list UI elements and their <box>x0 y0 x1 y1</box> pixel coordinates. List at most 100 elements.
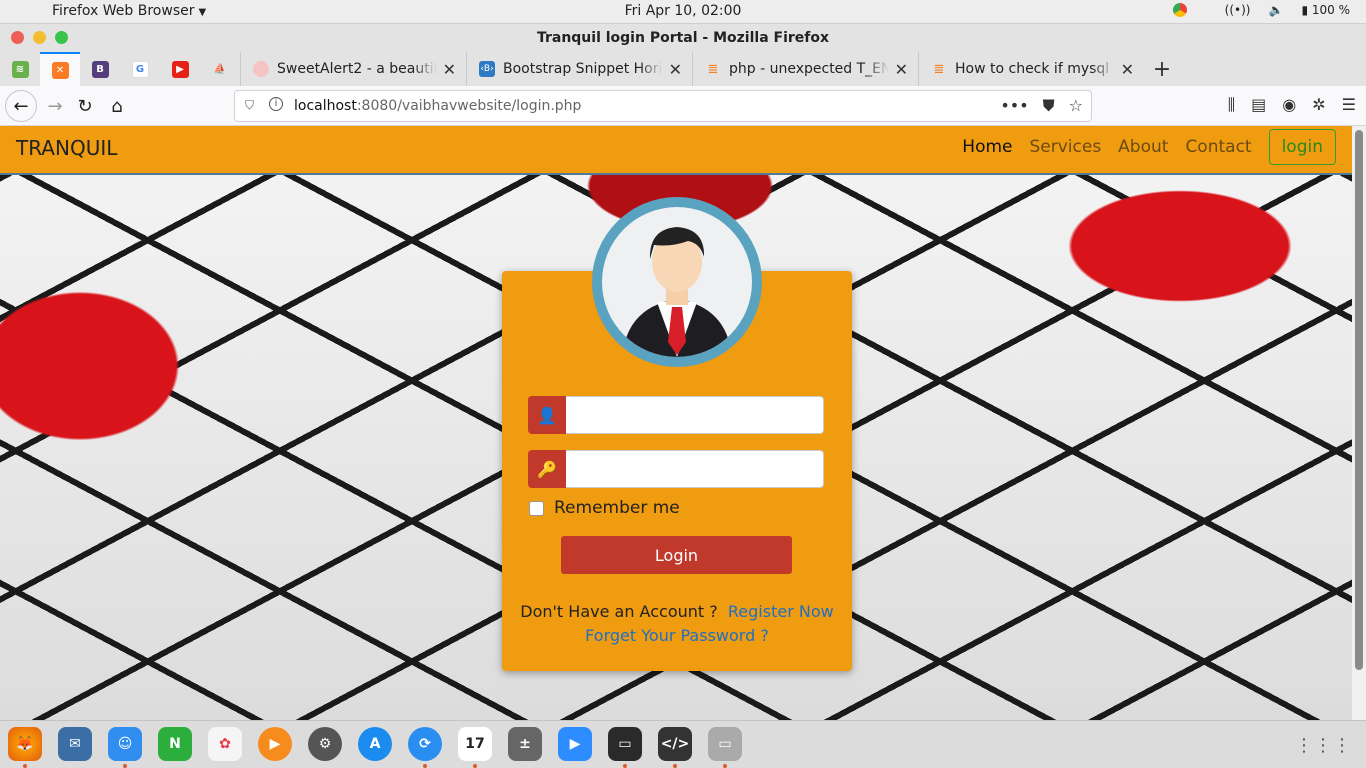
bootsnipp-icon: ‹B› <box>479 61 495 77</box>
tab-mysql-check[interactable]: ≣ How to check if mysql database ✕ <box>918 52 1144 86</box>
close-tab-icon[interactable]: ✕ <box>1121 60 1134 79</box>
bootstrap-icon: B <box>91 60 109 78</box>
calculator-dock-icon[interactable]: ± <box>508 727 542 761</box>
dock: 🦊 ✉ ☺ N ✿ ▶ ⚙ A ⟳ 17 ± ▶ ▭ </> ▭ ⋮⋮⋮ <box>0 720 1366 768</box>
wifi-icon[interactable]: ((•)) <box>1225 3 1251 17</box>
close-tab-icon[interactable]: ✕ <box>669 60 682 79</box>
youtube-icon: ▶ <box>171 60 189 78</box>
bookmark-star-icon[interactable]: ☆ <box>1069 96 1083 116</box>
phpmyadmin-icon: ⛵ <box>213 63 227 75</box>
url-bar[interactable]: ⛉ i localhost:8080/vaibhavwebsite/login.… <box>234 90 1092 122</box>
page-scrollbar[interactable] <box>1352 126 1366 720</box>
media-player-dock-icon[interactable]: ▶ <box>258 727 292 761</box>
finder-dock-icon[interactable]: ☺ <box>108 727 142 768</box>
pinned-tab-xampp[interactable]: ✕ <box>40 52 80 86</box>
hamburger-menu-icon[interactable]: ☰ <box>1342 95 1356 115</box>
pinned-tab-phpmyadmin[interactable]: ⛵ <box>200 52 240 86</box>
account-icon[interactable]: ◉ <box>1282 95 1296 115</box>
web-page: TRANQUIL Home Services About Contact log… <box>0 126 1352 720</box>
battery-label: 100 % <box>1311 3 1350 17</box>
page-actions-icon[interactable]: ••• <box>1000 96 1028 116</box>
site-brand[interactable]: TRANQUIL <box>16 136 117 160</box>
key-icon: 🔑 <box>528 450 566 488</box>
code-editor-dock-icon[interactable]: </> <box>658 727 692 768</box>
scrollbar-thumb[interactable] <box>1355 130 1363 670</box>
remember-me-label[interactable]: Remember me <box>554 498 680 518</box>
new-tab-button[interactable]: + <box>1144 57 1180 82</box>
calendar-day: 17 <box>465 736 485 752</box>
sync-dock-icon[interactable]: ⟳ <box>408 727 442 768</box>
forgot-password-link[interactable]: Forget Your Password ? <box>585 626 769 645</box>
url-path: :8080/vaibhavwebsite/login.php <box>356 98 582 114</box>
firefox-dock-icon[interactable]: 🦊 <box>8 727 42 768</box>
close-tab-icon[interactable]: ✕ <box>443 60 456 79</box>
pinned-tab-1[interactable]: ≋ <box>0 52 40 86</box>
remember-me-checkbox[interactable] <box>529 500 544 516</box>
tab-label: How to check if mysql database <box>955 61 1115 77</box>
mail-dock-icon[interactable]: ✉ <box>58 727 92 761</box>
google-icon: G <box>131 60 149 78</box>
username-input[interactable] <box>566 396 824 434</box>
sidebar-icon[interactable]: ▤ <box>1251 95 1266 115</box>
tab-label: SweetAlert2 - a beautiful <box>277 61 437 77</box>
back-button[interactable]: ← <box>5 90 37 122</box>
user-icon: 👤 <box>528 396 566 434</box>
url-text[interactable]: localhost:8080/vaibhavwebsite/login.php <box>294 98 581 114</box>
nav-home-link[interactable]: Home <box>962 137 1012 157</box>
os-top-panel: Firefox Web Browser ▼ Fri Apr 10, 02:00 (… <box>0 0 1366 24</box>
site-info-icon[interactable]: i <box>269 97 283 111</box>
library-icon[interactable]: ⫼ <box>1228 95 1235 115</box>
forward-button[interactable]: → <box>42 93 68 119</box>
app-store-dock-icon[interactable]: A <box>358 727 392 761</box>
zoom-dock-icon[interactable]: ▶ <box>558 727 592 761</box>
tracking-shield-icon[interactable]: ⛉ <box>245 98 254 113</box>
stackoverflow-icon: ≣ <box>933 61 945 77</box>
user-avatar <box>592 197 762 367</box>
battery-icon: ▮ <box>1301 3 1309 17</box>
password-field: 🔑 <box>528 450 824 488</box>
extension-icon[interactable]: ✲ <box>1312 95 1325 115</box>
no-account-text: Don't Have an Account ? <box>520 602 718 621</box>
tab-sweetalert[interactable]: SweetAlert2 - a beautiful ✕ <box>240 52 466 86</box>
app-menu[interactable]: Firefox Web Browser ▼ <box>52 3 206 19</box>
register-link[interactable]: Register Now <box>728 602 834 621</box>
green-app-icon: ≋ <box>11 60 29 78</box>
login-submit-button[interactable]: Login <box>561 536 792 574</box>
xampp-icon: ✕ <box>51 61 69 79</box>
reload-button[interactable]: ↻ <box>72 93 98 119</box>
password-input[interactable] <box>566 450 824 488</box>
chevron-down-icon: ▼ <box>198 7 207 18</box>
nav-contact-link[interactable]: Contact <box>1185 137 1251 157</box>
battery-status[interactable]: ▮ 100 % <box>1301 3 1350 17</box>
tab-bootsnipp[interactable]: ‹B› Bootstrap Snippet Horizontal ✕ <box>466 52 692 86</box>
calendar-dock-icon[interactable]: 17 <box>458 727 492 768</box>
remember-me: Remember me <box>529 498 680 518</box>
nav-about-link[interactable]: About <box>1118 137 1168 157</box>
system-tray: ((•)) 🔈 ▮ 100 % <box>1172 3 1350 17</box>
photos-dock-icon[interactable]: ✿ <box>208 727 242 761</box>
chrome-tray-icon[interactable] <box>1172 3 1187 17</box>
terminal-dock-icon[interactable]: ▭ <box>608 727 642 768</box>
stackoverflow-icon: ≣ <box>707 61 719 77</box>
volume-icon[interactable]: 🔈 <box>1268 3 1283 17</box>
businessman-icon <box>622 227 732 357</box>
close-tab-icon[interactable]: ✕ <box>895 60 908 79</box>
screenshot-dock-icon[interactable]: ▭ <box>708 727 742 768</box>
pinned-tab-google[interactable]: G <box>120 52 160 86</box>
username-field: 👤 <box>528 396 824 434</box>
nav-services-link[interactable]: Services <box>1029 137 1101 157</box>
tab-php-error[interactable]: ≣ php - unexpected T_ENCAPSED ✕ <box>692 52 918 86</box>
notes-dock-icon[interactable]: N <box>158 727 192 761</box>
window-titlebar: Tranquil login Portal - Mozilla Firefox <box>0 24 1366 52</box>
tab-bar: ≋ ✕ B G ▶ ⛵ SweetAlert2 - a beautiful ✕ … <box>0 52 1366 86</box>
home-button[interactable]: ⌂ <box>104 93 130 119</box>
tab-label: Bootstrap Snippet Horizontal <box>503 61 663 77</box>
pinned-tab-youtube[interactable]: ▶ <box>160 52 200 86</box>
nav-login-button[interactable]: login <box>1268 129 1336 165</box>
app-grid-icon[interactable]: ⋮⋮⋮ <box>1295 735 1352 756</box>
settings-dock-icon[interactable]: ⚙ <box>308 727 342 761</box>
pinned-tab-bootstrap[interactable]: B <box>80 52 120 86</box>
site-navbar: TRANQUIL Home Services About Contact log… <box>0 126 1352 175</box>
pocket-icon[interactable]: ⛊ <box>1043 96 1055 116</box>
window-title: Tranquil login Portal - Mozilla Firefox <box>536 30 830 46</box>
